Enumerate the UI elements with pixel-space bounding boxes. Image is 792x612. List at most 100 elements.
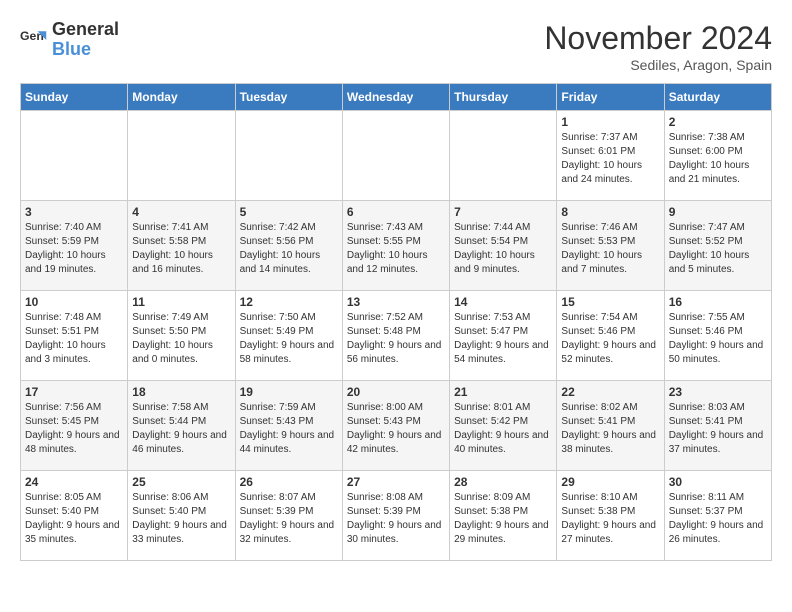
day-number: 20 <box>347 385 445 399</box>
day-number: 22 <box>561 385 659 399</box>
calendar-cell: 29 Sunrise: 8:10 AM Sunset: 5:38 PM Dayli… <box>557 471 664 561</box>
day-info: Sunrise: 7:42 AM Sunset: 5:56 PM Dayligh… <box>240 221 338 277</box>
day-number: 12 <box>240 295 338 309</box>
day-number: 17 <box>25 385 123 399</box>
calendar-cell: 28 Sunrise: 8:09 AM Sunset: 5:38 PM Dayli… <box>450 471 557 561</box>
location-subtitle: Sediles, Aragon, Spain <box>544 57 772 73</box>
weekday-header-row: SundayMondayTuesdayWednesdayThursdayFrid… <box>21 84 772 111</box>
calendar-cell: 13Sunrise: 7:52 AM Sunset: 5:48 PM Dayli… <box>342 291 449 381</box>
calendar-cell: 16Sunrise: 7:55 AM Sunset: 5:46 PM Dayli… <box>664 291 771 381</box>
weekday-header-friday: Friday <box>557 84 664 111</box>
day-info: Sunrise: 8:10 AM Sunset: 5:38 PM Dayligh… <box>561 491 659 547</box>
day-number: 6 <box>347 205 445 219</box>
calendar-cell <box>128 111 235 201</box>
day-number: 4 <box>132 205 230 219</box>
weekday-header-wednesday: Wednesday <box>342 84 449 111</box>
calendar-cell: 25Sunrise: 8:06 AM Sunset: 5:40 PM Dayli… <box>128 471 235 561</box>
day-info: Sunrise: 7:37 AM Sunset: 6:01 PM Dayligh… <box>561 131 659 187</box>
calendar-cell: 21 Sunrise: 8:01 AM Sunset: 5:42 PM Dayli… <box>450 381 557 471</box>
day-number: 13 <box>347 295 445 309</box>
page-header: Gen General Blue November 2024 Sediles, … <box>20 20 772 73</box>
day-info: Sunrise: 7:41 AM Sunset: 5:58 PM Dayligh… <box>132 221 230 277</box>
day-info: Sunrise: 7:46 AM Sunset: 5:53 PM Dayligh… <box>561 221 659 277</box>
calendar-cell: 2Sunrise: 7:38 AM Sunset: 6:00 PM Daylig… <box>664 111 771 201</box>
weekday-header-thursday: Thursday <box>450 84 557 111</box>
calendar-cell: 9 Sunrise: 7:47 AM Sunset: 5:52 PM Daylig… <box>664 201 771 291</box>
calendar-cell: 4 Sunrise: 7:41 AM Sunset: 5:58 PM Daylig… <box>128 201 235 291</box>
calendar-cell: 1 Sunrise: 7:37 AM Sunset: 6:01 PM Daylig… <box>557 111 664 201</box>
day-info: Sunrise: 7:56 AM Sunset: 5:45 PM Dayligh… <box>25 401 123 457</box>
calendar-cell <box>450 111 557 201</box>
day-number: 29 <box>561 475 659 489</box>
day-info: Sunrise: 7:38 AM Sunset: 6:00 PM Dayligh… <box>669 131 767 187</box>
day-info: Sunrise: 7:59 AM Sunset: 5:43 PM Dayligh… <box>240 401 338 457</box>
day-info: Sunrise: 7:55 AM Sunset: 5:46 PM Dayligh… <box>669 311 767 367</box>
day-info: Sunrise: 7:47 AM Sunset: 5:52 PM Dayligh… <box>669 221 767 277</box>
calendar-cell: 20 Sunrise: 8:00 AM Sunset: 5:43 PM Dayli… <box>342 381 449 471</box>
day-info: Sunrise: 8:09 AM Sunset: 5:38 PM Dayligh… <box>454 491 552 547</box>
calendar-cell: 19 Sunrise: 7:59 AM Sunset: 5:43 PM Dayli… <box>235 381 342 471</box>
day-info: Sunrise: 7:49 AM Sunset: 5:50 PM Dayligh… <box>132 311 230 367</box>
weekday-header-sunday: Sunday <box>21 84 128 111</box>
calendar-week-row: 24 Sunrise: 8:05 AM Sunset: 5:40 PM Dayli… <box>21 471 772 561</box>
day-info: Sunrise: 7:43 AM Sunset: 5:55 PM Dayligh… <box>347 221 445 277</box>
day-number: 1 <box>561 115 659 129</box>
calendar-cell: 8 Sunrise: 7:46 AM Sunset: 5:53 PM Daylig… <box>557 201 664 291</box>
title-block: November 2024 Sediles, Aragon, Spain <box>544 20 772 73</box>
calendar-cell: 22 Sunrise: 8:02 AM Sunset: 5:41 PM Dayli… <box>557 381 664 471</box>
day-info: Sunrise: 7:54 AM Sunset: 5:46 PM Dayligh… <box>561 311 659 367</box>
day-number: 8 <box>561 205 659 219</box>
calendar-cell: 7 Sunrise: 7:44 AM Sunset: 5:54 PM Daylig… <box>450 201 557 291</box>
calendar-week-row: 1 Sunrise: 7:37 AM Sunset: 6:01 PM Daylig… <box>21 111 772 201</box>
day-info: Sunrise: 7:44 AM Sunset: 5:54 PM Dayligh… <box>454 221 552 277</box>
day-info: Sunrise: 8:05 AM Sunset: 5:40 PM Dayligh… <box>25 491 123 547</box>
day-number: 28 <box>454 475 552 489</box>
day-info: Sunrise: 7:40 AM Sunset: 5:59 PM Dayligh… <box>25 221 123 277</box>
day-number: 7 <box>454 205 552 219</box>
day-number: 9 <box>669 205 767 219</box>
day-number: 15 <box>561 295 659 309</box>
day-number: 18 <box>132 385 230 399</box>
day-number: 23 <box>669 385 767 399</box>
day-number: 10 <box>25 295 123 309</box>
calendar-cell: 26 Sunrise: 8:07 AM Sunset: 5:39 PM Dayli… <box>235 471 342 561</box>
day-info: Sunrise: 8:01 AM Sunset: 5:42 PM Dayligh… <box>454 401 552 457</box>
day-info: Sunrise: 8:02 AM Sunset: 5:41 PM Dayligh… <box>561 401 659 457</box>
calendar-cell: 30Sunrise: 8:11 AM Sunset: 5:37 PM Dayli… <box>664 471 771 561</box>
day-info: Sunrise: 8:11 AM Sunset: 5:37 PM Dayligh… <box>669 491 767 547</box>
day-info: Sunrise: 7:48 AM Sunset: 5:51 PM Dayligh… <box>25 311 123 367</box>
calendar-table: SundayMondayTuesdayWednesdayThursdayFrid… <box>20 83 772 561</box>
calendar-week-row: 3Sunrise: 7:40 AM Sunset: 5:59 PM Daylig… <box>21 201 772 291</box>
day-number: 5 <box>240 205 338 219</box>
day-info: Sunrise: 7:53 AM Sunset: 5:47 PM Dayligh… <box>454 311 552 367</box>
calendar-week-row: 17 Sunrise: 7:56 AM Sunset: 5:45 PM Dayli… <box>21 381 772 471</box>
calendar-cell: 11Sunrise: 7:49 AM Sunset: 5:50 PM Dayli… <box>128 291 235 381</box>
logo-text: General Blue <box>52 20 119 60</box>
calendar-cell <box>21 111 128 201</box>
day-info: Sunrise: 8:03 AM Sunset: 5:41 PM Dayligh… <box>669 401 767 457</box>
weekday-header-tuesday: Tuesday <box>235 84 342 111</box>
weekday-header-saturday: Saturday <box>664 84 771 111</box>
day-number: 24 <box>25 475 123 489</box>
calendar-cell <box>342 111 449 201</box>
calendar-cell: 14Sunrise: 7:53 AM Sunset: 5:47 PM Dayli… <box>450 291 557 381</box>
calendar-cell: 18 Sunrise: 7:58 AM Sunset: 5:44 PM Dayli… <box>128 381 235 471</box>
calendar-cell: 10 Sunrise: 7:48 AM Sunset: 5:51 PM Dayli… <box>21 291 128 381</box>
day-info: Sunrise: 8:06 AM Sunset: 5:40 PM Dayligh… <box>132 491 230 547</box>
month-title: November 2024 <box>544 20 772 57</box>
day-number: 19 <box>240 385 338 399</box>
calendar-cell: 23 Sunrise: 8:03 AM Sunset: 5:41 PM Dayli… <box>664 381 771 471</box>
calendar-cell: 3Sunrise: 7:40 AM Sunset: 5:59 PM Daylig… <box>21 201 128 291</box>
calendar-cell <box>235 111 342 201</box>
day-number: 21 <box>454 385 552 399</box>
day-info: Sunrise: 7:58 AM Sunset: 5:44 PM Dayligh… <box>132 401 230 457</box>
day-number: 26 <box>240 475 338 489</box>
calendar-week-row: 10 Sunrise: 7:48 AM Sunset: 5:51 PM Dayli… <box>21 291 772 381</box>
calendar-cell: 12Sunrise: 7:50 AM Sunset: 5:49 PM Dayli… <box>235 291 342 381</box>
svg-text:Gen: Gen <box>20 29 44 43</box>
day-info: Sunrise: 8:00 AM Sunset: 5:43 PM Dayligh… <box>347 401 445 457</box>
calendar-cell: 15 Sunrise: 7:54 AM Sunset: 5:46 PM Dayli… <box>557 291 664 381</box>
day-info: Sunrise: 8:07 AM Sunset: 5:39 PM Dayligh… <box>240 491 338 547</box>
day-number: 27 <box>347 475 445 489</box>
logo-icon: Gen <box>20 26 48 54</box>
